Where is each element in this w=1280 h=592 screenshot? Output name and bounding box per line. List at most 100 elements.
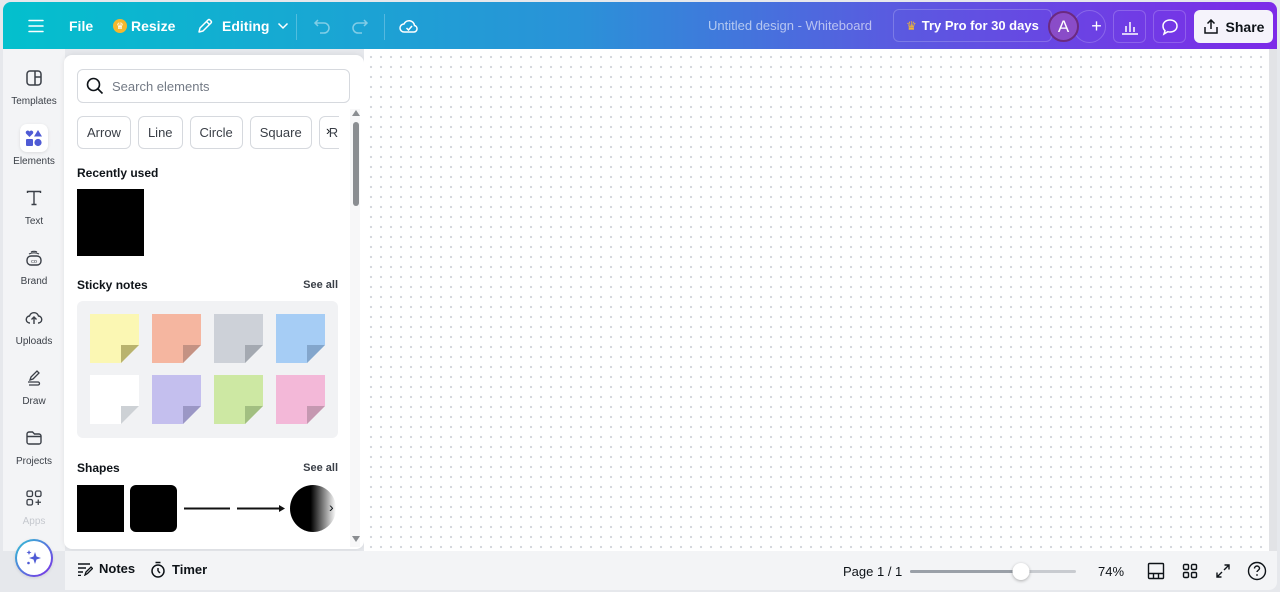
brand-icon: co xyxy=(20,244,48,272)
save-status-button[interactable] xyxy=(399,9,419,43)
sticky-note[interactable] xyxy=(90,314,139,363)
sidebar-label: Text xyxy=(24,216,44,227)
sidebar-label: Elements xyxy=(13,156,55,167)
chip-arrow[interactable]: Arrow xyxy=(77,116,131,149)
main-menu-button[interactable] xyxy=(21,9,51,43)
help-button[interactable] xyxy=(1247,561,1267,581)
sticky-note[interactable] xyxy=(214,375,263,424)
shapes-see-all[interactable]: See all xyxy=(303,462,338,474)
comments-button[interactable] xyxy=(1153,10,1186,43)
sticky-note[interactable] xyxy=(152,314,201,363)
sidebar-item-elements[interactable]: Elements xyxy=(3,124,65,180)
sidebar-item-projects[interactable]: Projects xyxy=(3,424,65,480)
draw-icon xyxy=(20,364,48,392)
notes-button[interactable]: Notes xyxy=(77,561,135,576)
apps-icon xyxy=(20,484,48,512)
timer-button[interactable]: Timer xyxy=(150,561,207,578)
sticky-note[interactable] xyxy=(152,375,201,424)
chips-next-icon[interactable]: › xyxy=(326,123,330,138)
grid-view-button[interactable] xyxy=(1180,561,1200,581)
undo-icon xyxy=(313,19,330,34)
try-pro-label: Try Pro for 30 days xyxy=(921,18,1039,33)
file-menu-button[interactable]: File xyxy=(69,9,93,43)
chip-line[interactable]: Line xyxy=(137,116,183,149)
shape-arrow[interactable] xyxy=(237,485,285,532)
notes-icon xyxy=(78,562,93,576)
resize-label: Resize xyxy=(131,18,176,34)
text-icon xyxy=(20,184,48,212)
sidebar-item-text[interactable]: Text xyxy=(3,184,65,240)
pencil-icon xyxy=(198,18,213,33)
sidebar-label: Templates xyxy=(11,96,57,107)
sticky-note[interactable] xyxy=(214,314,263,363)
shape-line[interactable] xyxy=(184,485,230,532)
sidebar-label: Draw xyxy=(22,396,46,407)
recent-element-square[interactable] xyxy=(77,189,144,256)
pages-view-button[interactable] xyxy=(1146,561,1166,581)
suggestion-chips: Arrow Line Circle Square R xyxy=(77,116,339,149)
sidebar-item-brand[interactable]: co Brand xyxy=(3,244,65,300)
elements-panel: Arrow Line Circle Square R › Recently us… xyxy=(64,55,364,549)
cloud-check-icon xyxy=(399,19,418,33)
bottom-bar: Notes Timer Page 1 / 1 74% xyxy=(65,551,1277,590)
svg-text:co: co xyxy=(31,259,37,265)
search-elements-field[interactable] xyxy=(77,69,350,103)
top-bar: File ♛ Resize Editing Untitled design - … xyxy=(3,2,1277,49)
projects-icon xyxy=(20,424,48,452)
page-strip-icon xyxy=(1147,562,1165,580)
editing-label: Editing xyxy=(222,18,270,34)
chip-circle[interactable]: Circle xyxy=(189,116,243,149)
share-upload-icon xyxy=(1203,18,1218,34)
crown-icon: ♛ xyxy=(906,18,917,33)
sidebar-label: Projects xyxy=(15,456,53,467)
sticky-note[interactable] xyxy=(276,314,325,363)
sparkle-icon xyxy=(26,550,41,565)
sticky-note[interactable] xyxy=(90,375,139,424)
sidebar-label: Uploads xyxy=(15,336,53,347)
undo-button[interactable] xyxy=(313,9,331,43)
chip-square[interactable]: Square xyxy=(249,116,312,149)
sticky-note[interactable] xyxy=(276,375,325,424)
whiteboard-canvas[interactable] xyxy=(364,49,1269,551)
sticky-notes-see-all[interactable]: See all xyxy=(303,279,338,291)
magic-ai-button[interactable] xyxy=(15,539,53,577)
timer-label: Timer xyxy=(172,562,208,577)
hamburger-icon xyxy=(28,19,44,33)
zoom-slider[interactable] xyxy=(910,563,1076,580)
scroll-down-icon[interactable] xyxy=(352,536,360,542)
zoom-slider-thumb[interactable] xyxy=(1012,563,1030,580)
file-label: File xyxy=(69,18,94,34)
zoom-slider-fill xyxy=(910,570,1022,573)
shape-square[interactable] xyxy=(77,485,124,532)
resize-button[interactable]: ♛ Resize xyxy=(113,9,175,43)
sidebar-item-uploads[interactable]: Uploads xyxy=(3,304,65,360)
sticky-notes-grid xyxy=(77,301,338,438)
shape-rounded-square[interactable] xyxy=(130,485,177,532)
templates-icon xyxy=(20,64,48,92)
chevron-down-icon xyxy=(278,22,289,30)
sidebar-item-draw[interactable]: Draw xyxy=(3,364,65,420)
document-title[interactable]: Untitled design - Whiteboard xyxy=(708,18,872,33)
insights-button[interactable] xyxy=(1113,10,1146,43)
sidebar-item-apps[interactable]: Apps xyxy=(3,484,65,540)
try-pro-button[interactable]: ♛ Try Pro for 30 days xyxy=(893,9,1052,42)
sticky-notes-title: Sticky notes xyxy=(77,278,148,292)
bar-chart-icon xyxy=(1121,21,1138,35)
user-avatar[interactable]: A xyxy=(1048,11,1079,42)
panel-scroll-thumb[interactable] xyxy=(353,122,359,206)
page-indicator[interactable]: Page 1 / 1 xyxy=(843,564,902,579)
search-elements-input[interactable] xyxy=(112,78,332,94)
editing-mode-dropdown[interactable]: Editing xyxy=(196,9,289,43)
scroll-up-icon[interactable] xyxy=(352,110,360,116)
timer-icon xyxy=(151,561,165,578)
fullscreen-button[interactable] xyxy=(1213,561,1233,581)
expand-icon xyxy=(1216,564,1230,578)
shapes-next-icon[interactable]: › xyxy=(329,499,334,515)
share-button[interactable]: Share xyxy=(1194,10,1273,43)
crown-icon: ♛ xyxy=(113,19,127,33)
redo-button[interactable] xyxy=(351,9,369,43)
sidebar-item-templates[interactable]: Templates xyxy=(3,64,65,120)
zoom-level[interactable]: 74% xyxy=(1098,564,1124,579)
canvas-scrollbar[interactable] xyxy=(1269,49,1277,551)
shapes-title: Shapes xyxy=(77,461,120,475)
